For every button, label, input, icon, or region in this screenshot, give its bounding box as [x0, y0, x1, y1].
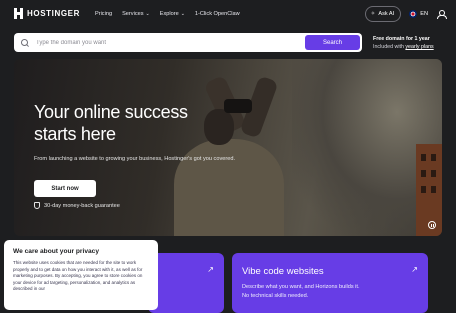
yearly-plans-link[interactable]: yearly plans [405, 44, 433, 50]
card-title: Vibe code websites [242, 266, 324, 277]
hero-subtitle: From launching a website to growing your… [34, 156, 235, 162]
logo-icon [14, 8, 23, 19]
shield-icon [34, 202, 40, 209]
hostinger-logo[interactable]: HOSTINGER [14, 8, 80, 19]
domain-search-input[interactable] [36, 39, 296, 46]
chevron-down-icon: ⌄ [180, 10, 185, 17]
user-account-icon[interactable] [436, 9, 447, 19]
arrow-up-right-icon: ↗ [411, 265, 418, 274]
uk-flag-icon [409, 9, 418, 18]
arrow-up-right-icon: ↗ [207, 265, 214, 274]
start-now-button[interactable]: Start now [34, 180, 96, 197]
nav-item-pricing[interactable]: Pricing [95, 11, 112, 17]
search-button[interactable]: Search [305, 35, 360, 50]
ask-ai-button[interactable]: ✧ Ask AI [364, 5, 402, 22]
hero-photo-person [164, 69, 314, 236]
top-navigation: HOSTINGER Pricing Services ⌄ Explore ⌄ 1-C… [0, 0, 456, 27]
money-back-guarantee: 30-day money-back guarantee [34, 202, 120, 209]
language-selector[interactable]: EN [409, 9, 428, 18]
main-menu: Pricing Services ⌄ Explore ⌄ 1-Click OpenC… [95, 11, 240, 17]
card-description: Describe what you want, and Horizons bui… [242, 284, 360, 299]
search-icon [20, 38, 30, 48]
nav-item-services[interactable]: Services ⌄ [122, 11, 150, 17]
promo-title: Free domain for 1 year [373, 36, 430, 42]
hero-banner: Your online success starts here From lau… [14, 59, 442, 236]
domain-search-bar: Search [14, 33, 362, 52]
chevron-down-icon: ⌄ [145, 10, 150, 17]
hero-title: Your online success starts here [34, 102, 188, 144]
cookie-body: This website uses cookies that are neede… [13, 260, 143, 292]
logo-text: HOSTINGER [27, 9, 80, 18]
feature-card[interactable]: ↗ [148, 253, 224, 313]
vibe-code-card[interactable]: Vibe code websites Describe what you wan… [232, 253, 428, 313]
pause-video-icon[interactable] [428, 221, 436, 229]
nav-item-openclaw[interactable]: 1-Click OpenClaw [195, 11, 240, 17]
free-domain-promo: Free domain for 1 year Included with yea… [373, 35, 434, 51]
sparkle-icon: ✧ [370, 10, 376, 17]
promo-subtitle: Included with [373, 44, 404, 50]
cookie-title: We care about your privacy [13, 248, 99, 255]
nav-item-explore[interactable]: Explore ⌄ [160, 11, 185, 17]
